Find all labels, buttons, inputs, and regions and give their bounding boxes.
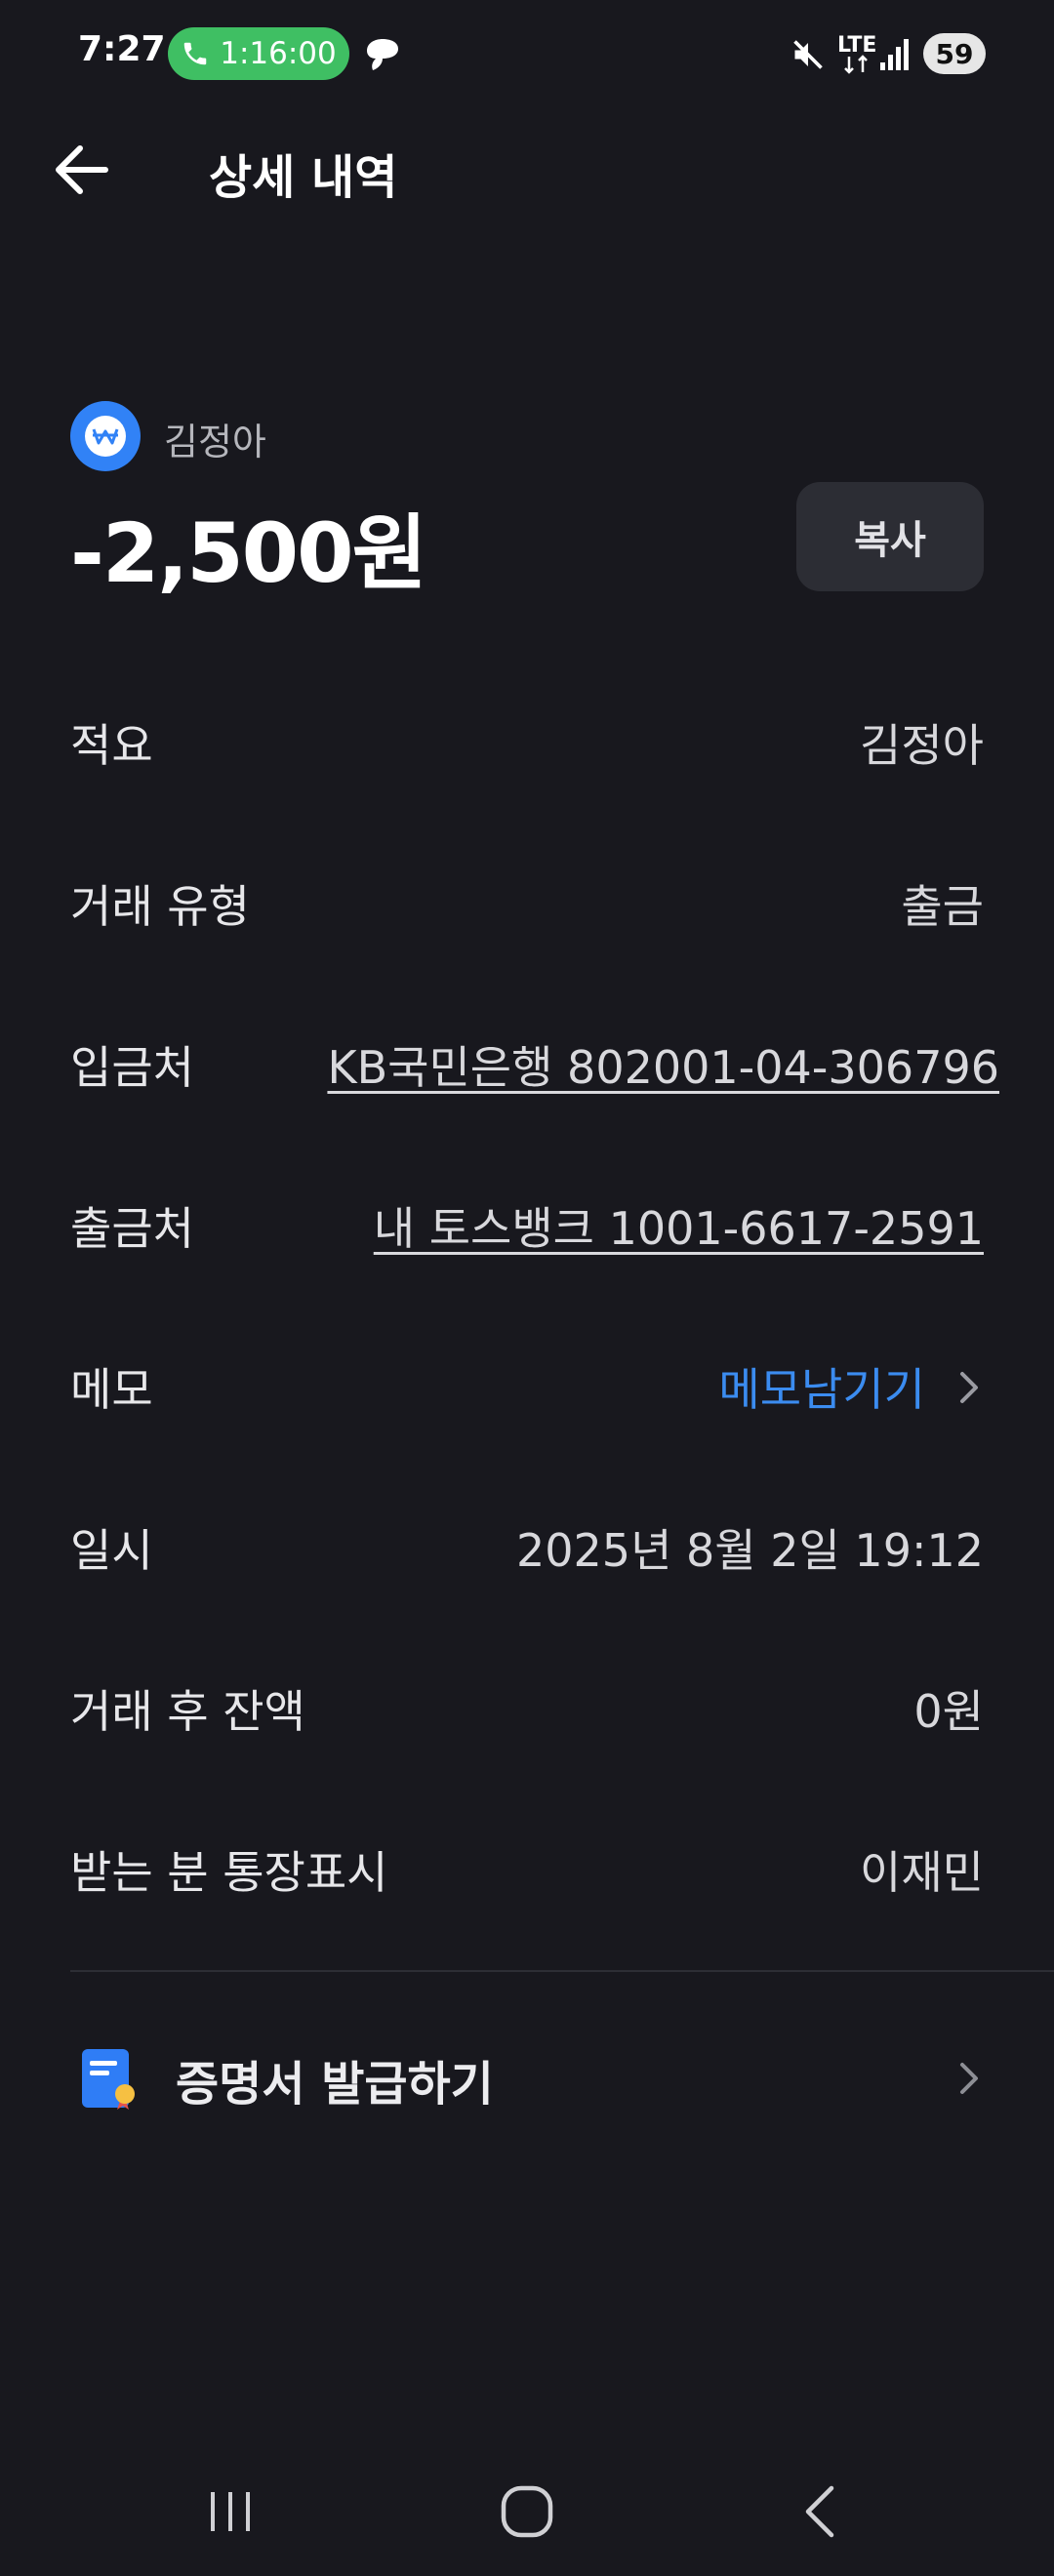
signal-icon	[880, 39, 909, 70]
deposit-account-link[interactable]: KB국민은행 802001-04-306796	[327, 1032, 999, 1097]
call-timer: 1:16:00	[220, 36, 337, 71]
row-label-datetime: 일시	[70, 1524, 153, 1577]
back-arrow-icon[interactable]	[51, 139, 113, 201]
chevron-right-icon[interactable]	[954, 2059, 984, 2098]
row-value-transaction-type: 출금	[901, 880, 984, 933]
counterparty-name: 김정아	[164, 421, 266, 463]
battery-indicator: 59	[923, 33, 986, 74]
mute-icon	[793, 40, 823, 69]
ongoing-call-pill[interactable]: 1:16:00	[168, 27, 349, 80]
certificate-icon	[82, 2049, 135, 2110]
home-icon[interactable]	[498, 2482, 556, 2541]
row-value-summary: 김정아	[860, 719, 984, 772]
withdraw-account-link[interactable]: 내 토스뱅크 1001-6617-2591	[374, 1193, 984, 1258]
recent-apps-icon[interactable]	[201, 2482, 260, 2541]
row-label-transaction-type: 거래 유형	[70, 880, 250, 933]
data-arrows-icon	[844, 55, 868, 74]
copy-button[interactable]: 복사	[796, 482, 984, 591]
add-memo-link[interactable]: 메모남기기	[718, 1354, 925, 1419]
back-nav-icon[interactable]	[792, 2482, 851, 2541]
row-label-summary: 적요	[70, 719, 153, 772]
row-value-recipient-display: 이재민	[860, 1846, 984, 1899]
row-label-balance-after: 거래 후 잔액	[70, 1685, 305, 1738]
won-icon	[85, 416, 126, 457]
issue-certificate-label: 증명서 발급하기	[176, 2057, 494, 2112]
row-label-deposit-to: 입금처	[70, 1041, 194, 1094]
thread-icon	[367, 39, 398, 70]
counterparty-avatar	[70, 401, 141, 471]
phone-icon	[183, 42, 207, 65]
row-value-datetime: 2025년 8월 2일 19:12	[516, 1524, 984, 1577]
transaction-amount: -2,500원	[70, 505, 427, 601]
divider	[70, 1970, 1054, 1972]
row-label-withdraw-from: 출금처	[70, 1202, 194, 1255]
chevron-right-icon[interactable]	[954, 1368, 984, 1407]
row-label-recipient-display: 받는 분 통장표시	[70, 1846, 388, 1899]
status-time: 7:27	[78, 29, 166, 69]
row-value-balance-after: 0원	[913, 1685, 984, 1738]
row-label-memo: 메모	[70, 1363, 153, 1416]
page-title: 상세 내역	[209, 150, 398, 205]
